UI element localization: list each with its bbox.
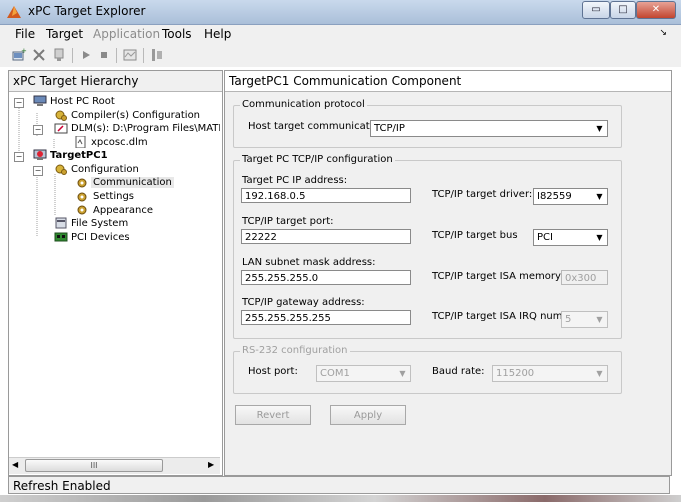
menu-tools[interactable]: Tools (162, 27, 192, 41)
ip-address-label: Target PC IP address: (242, 175, 348, 186)
menu-target[interactable]: Target (46, 27, 83, 41)
target-bus-label: TCP/IP target bus (432, 230, 518, 241)
delete-icon[interactable] (31, 47, 47, 63)
status-bar: Refresh Enabled (8, 476, 670, 494)
close-button[interactable]: ✕ (636, 1, 676, 19)
connect-icon[interactable] (51, 47, 67, 63)
collapse-targetpc1[interactable]: − (14, 152, 24, 162)
baud-rate-value: 115200 (496, 368, 535, 379)
target-port-label: TCP/IP target port: (242, 216, 334, 227)
revert-button[interactable]: Revert (235, 405, 311, 425)
svg-text:+: + (21, 47, 27, 55)
chevron-down-icon: ▼ (596, 192, 603, 201)
host-target-communication-label: Host target communication: (248, 121, 389, 132)
window-bottom-edge (0, 495, 681, 502)
baud-rate-label: Baud rate: (432, 366, 485, 377)
ip-address-field[interactable]: 192.168.0.5 (241, 188, 411, 203)
tree-item-host-pc-root[interactable]: Host PC Root (50, 96, 115, 107)
tcpip-configuration-title: Target PC TCP/IP configuration (240, 154, 395, 165)
chevron-down-icon: ▼ (596, 124, 603, 133)
isa-memory-label: TCP/IP target ISA memory (432, 271, 561, 282)
scroll-left-arrow-icon[interactable]: ◀ (12, 460, 18, 469)
toolbar-separator (143, 48, 144, 63)
file-system-icon (55, 217, 67, 229)
hierarchy-header: xPC Target Hierarchy (9, 71, 222, 92)
dock-arrow-icon[interactable]: ↘ (659, 28, 667, 38)
settings-gear-icon (77, 192, 87, 202)
chevron-down-icon: ▼ (596, 315, 603, 324)
tree-item-file-system[interactable]: File System (71, 218, 128, 229)
tree-item-configuration[interactable]: Configuration (71, 164, 139, 175)
target-pc-icon (33, 149, 47, 160)
compiler-gear-icon (55, 110, 67, 121)
menu-file[interactable]: File (15, 27, 35, 41)
communication-gear-icon (77, 178, 87, 188)
menu-application[interactable]: Application (93, 27, 160, 41)
host-target-communication-select[interactable]: TCP/IP ▼ (370, 120, 608, 137)
scope-icon[interactable] (122, 47, 138, 63)
baud-rate-select[interactable]: 115200 ▼ (492, 365, 608, 382)
collapse-configuration[interactable]: − (33, 166, 43, 176)
communication-protocol-title: Communication protocol (240, 99, 367, 110)
host-port-select[interactable]: COM1 ▼ (316, 365, 411, 382)
tree-item-pci-devices[interactable]: PCI Devices (71, 232, 130, 243)
tree-item-compiler-configuration[interactable]: Compiler(s) Configuration (71, 110, 200, 121)
tree-item-xpcosc-dlm[interactable]: xpcosc.dlm (91, 137, 148, 148)
monitor-icon[interactable] (149, 47, 165, 63)
host-target-communication-value: TCP/IP (374, 123, 405, 134)
scroll-right-arrow-icon[interactable]: ▶ (208, 460, 214, 469)
start-icon[interactable] (78, 47, 94, 63)
subnet-mask-field[interactable]: 255.255.255.0 (241, 270, 411, 285)
chevron-down-icon: ▼ (596, 233, 603, 242)
tree-item-settings[interactable]: Settings (93, 191, 134, 202)
stop-icon[interactable] (96, 47, 112, 63)
collapse-dlm[interactable]: − (33, 125, 43, 135)
apply-button[interactable]: Apply (330, 405, 406, 425)
gateway-label: TCP/IP gateway address: (242, 297, 365, 308)
tree-item-appearance[interactable]: Appearance (93, 205, 153, 216)
isa-irq-select[interactable]: 5 ▼ (561, 311, 608, 328)
chevron-down-icon: ▼ (399, 369, 406, 378)
gateway-field[interactable]: 255.255.255.255 (241, 310, 411, 325)
host-pc-icon (33, 95, 47, 106)
host-port-value: COM1 (320, 368, 350, 379)
collapse-host-root[interactable]: − (14, 98, 24, 108)
toolbar-separator (116, 48, 117, 63)
toolbar-separator (72, 48, 73, 63)
matlab-app-icon (7, 6, 21, 18)
target-driver-label: TCP/IP target driver: (432, 189, 533, 200)
add-target-icon[interactable]: + (11, 47, 27, 63)
maximize-button[interactable]: □ (610, 1, 636, 19)
menu-help[interactable]: Help (204, 27, 231, 41)
tree-item-communication[interactable]: Communication (91, 177, 174, 188)
tree-item-targetpc1[interactable]: TargetPC1 (50, 150, 108, 161)
tree-item-dlm[interactable]: DLM(s): D:\Program Files\MATLAB\ (71, 123, 220, 134)
scroll-thumb[interactable]: III (25, 459, 163, 472)
target-port-field[interactable]: 22222 (241, 229, 411, 244)
appearance-gear-icon (77, 205, 87, 215)
minimize-button[interactable]: ▭ (582, 1, 610, 19)
target-bus-select[interactable]: PCI ▼ (533, 229, 608, 246)
target-driver-value: I82559 (537, 191, 572, 202)
dlm-folder-icon (54, 123, 68, 134)
host-port-label: Host port: (248, 366, 298, 377)
component-header: TargetPC1 Communication Component (225, 71, 671, 92)
subnet-mask-label: LAN subnet mask address: (242, 257, 376, 268)
rs232-configuration-title: RS-232 configuration (240, 345, 350, 356)
isa-irq-value: 5 (565, 314, 572, 325)
dlm-file-icon (75, 136, 86, 148)
configuration-gear-icon (55, 164, 67, 175)
target-bus-value: PCI (537, 232, 553, 243)
isa-memory-field[interactable]: 0x300 (561, 270, 608, 285)
target-driver-select[interactable]: I82559 ▼ (533, 188, 608, 205)
window-title: xPC Target Explorer (28, 4, 146, 18)
pci-devices-icon (54, 232, 68, 242)
isa-irq-label: TCP/IP target ISA IRQ number (432, 311, 580, 322)
chevron-down-icon: ▼ (596, 369, 603, 378)
